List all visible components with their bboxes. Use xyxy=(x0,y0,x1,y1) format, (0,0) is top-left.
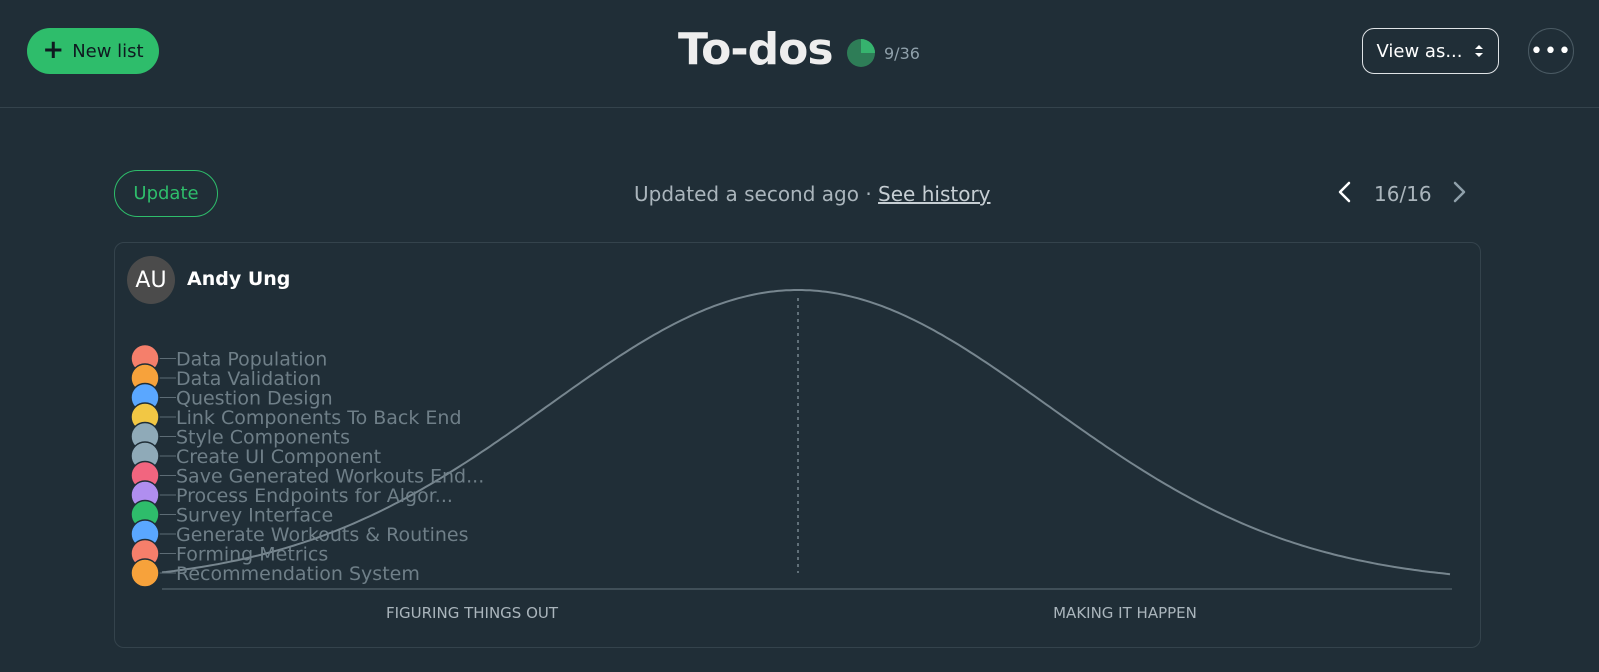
task-list: Data PopulationData ValidationQuestion D… xyxy=(130,343,484,588)
hill-chart: Data PopulationData ValidationQuestion D… xyxy=(130,289,1452,622)
left-hill-label: FIGURING THINGS OUT xyxy=(386,604,559,622)
task-label[interactable]: Recommendation System xyxy=(176,563,420,585)
task-dot[interactable] xyxy=(130,558,160,588)
right-hill-label: MAKING IT HAPPEN xyxy=(1053,604,1197,622)
